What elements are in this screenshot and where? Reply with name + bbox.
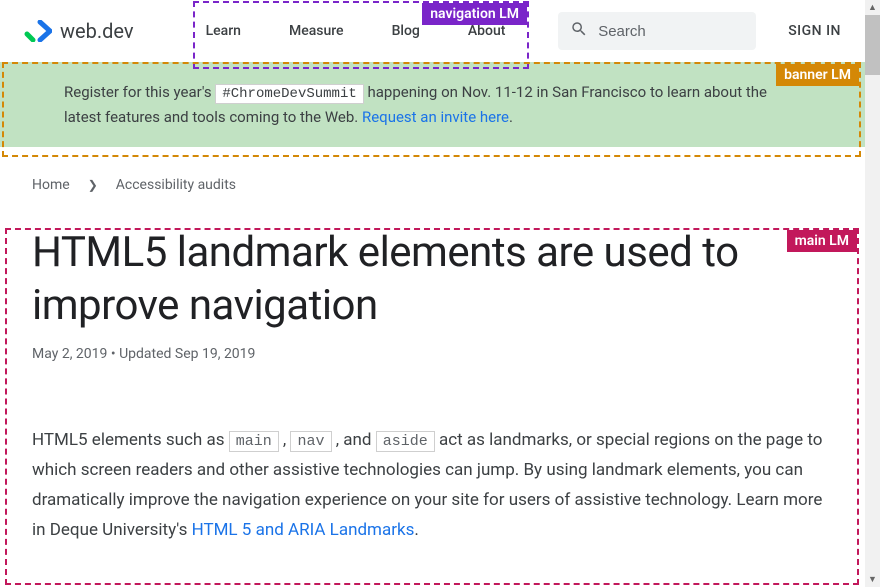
code-aside: aside — [376, 431, 435, 452]
main-content: HTML5 landmark elements are used to impr… — [0, 215, 865, 577]
scroll-down-arrow-icon[interactable]: ▼ — [865, 572, 880, 587]
updated-date: Sep 19, 2019 — [175, 346, 256, 362]
search-input[interactable] — [598, 23, 728, 40]
nav-measure[interactable]: Measure — [289, 23, 344, 39]
breadcrumb-accessibility-audits[interactable]: Accessibility audits — [116, 177, 236, 193]
nav-learn[interactable]: Learn — [206, 23, 241, 39]
article-body: HTML5 elements such as main , nav , and … — [32, 426, 833, 545]
vertical-scrollbar[interactable]: ▲ ▼ — [865, 0, 880, 587]
code-main: main — [229, 431, 279, 452]
site-header: web.dev Learn Measure Blog About SIGN IN — [0, 0, 865, 62]
page-viewport: web.dev Learn Measure Blog About SIGN IN… — [0, 0, 865, 587]
updated-prefix: Updated — [119, 346, 175, 362]
webdev-logo-icon — [24, 20, 52, 42]
page-title: HTML5 landmark elements are used to impr… — [32, 227, 833, 332]
meta-separator: • — [107, 346, 119, 362]
code-nav: nav — [290, 431, 331, 452]
chevron-right-icon: ❯ — [88, 178, 98, 192]
breadcrumb: Home ❯ Accessibility audits — [0, 147, 865, 215]
banner-text-before: Register for this year's — [64, 83, 215, 101]
search-box[interactable] — [558, 12, 756, 50]
page-meta: May 2, 2019 • Updated Sep 19, 2019 — [32, 346, 833, 362]
scroll-up-arrow-icon[interactable]: ▲ — [865, 0, 880, 15]
published-date: May 2, 2019 — [32, 346, 107, 362]
search-icon — [570, 20, 588, 42]
banner-invite-link[interactable]: Request an invite here — [362, 108, 509, 126]
primary-nav: Learn Measure Blog About — [206, 0, 506, 62]
promo-banner: Register for this year's #ChromeDevSummi… — [0, 62, 865, 147]
banner-hashtag: #ChromeDevSummit — [215, 84, 363, 104]
breadcrumb-home[interactable]: Home — [32, 177, 70, 193]
nav-about[interactable]: About — [468, 23, 506, 39]
logo-text: web.dev — [60, 19, 134, 43]
signin-button[interactable]: SIGN IN — [788, 23, 841, 39]
logo[interactable]: web.dev — [24, 19, 134, 43]
deque-link[interactable]: HTML 5 and ARIA Landmarks — [192, 520, 415, 540]
banner-period: . — [509, 108, 513, 126]
scrollbar-thumb[interactable] — [865, 15, 880, 75]
article-text: HTML5 elements such as — [32, 430, 229, 450]
nav-blog[interactable]: Blog — [392, 23, 420, 39]
header-right: SIGN IN — [558, 12, 841, 50]
